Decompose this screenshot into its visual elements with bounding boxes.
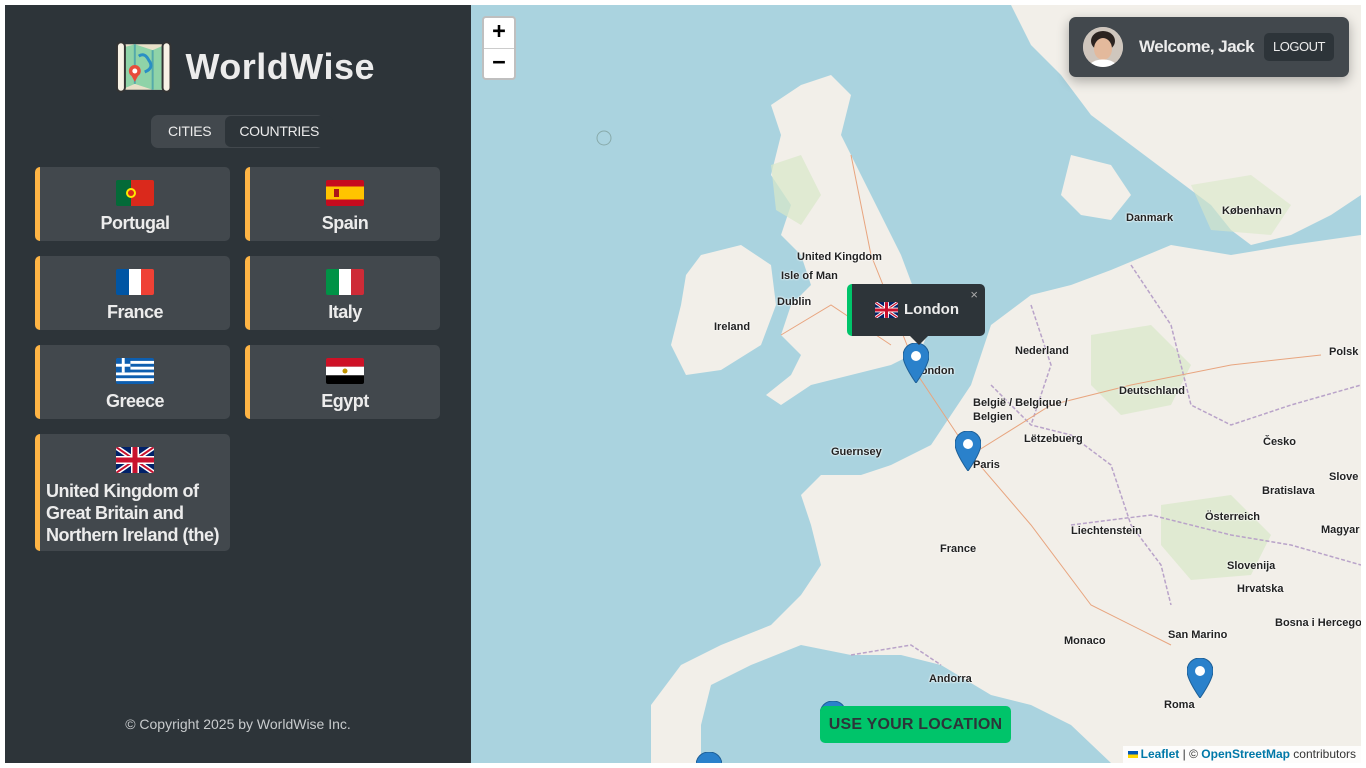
map-label-ireland: Ireland (714, 321, 751, 333)
attribution-separator: | © (1179, 747, 1202, 761)
attribution-tail: contributors (1289, 747, 1356, 761)
map-label-uk: United Kingdom (797, 251, 882, 263)
zoom-in-button[interactable]: + (484, 18, 514, 49)
city-popup[interactable]: London × (847, 284, 985, 336)
country-name: Greece (105, 391, 165, 411)
popup-tip (910, 336, 928, 345)
map-label-hrvatska: Hrvatska (1237, 583, 1284, 595)
zoom-control: + − (482, 16, 516, 80)
map-label-isle-of-man: Isle of Man (781, 270, 838, 282)
country-name: Egypt (321, 391, 369, 411)
map-label-cesko: Česko (1263, 436, 1297, 448)
map-label-france: France (940, 543, 977, 555)
osm-link[interactable]: OpenStreetMap (1201, 747, 1290, 761)
map-label-danmark: Danmark (1126, 212, 1174, 224)
map-label-monaco: Monaco (1064, 635, 1106, 647)
close-icon[interactable]: × (970, 287, 978, 302)
map-marker-icon[interactable] (1187, 658, 1213, 698)
logout-button[interactable]: Logout (1264, 33, 1334, 61)
map-marker-icon[interactable] (955, 431, 981, 471)
italy-flag-icon (326, 269, 364, 295)
country-name: France (106, 302, 164, 322)
country-item-egypt[interactable]: Egypt (245, 345, 440, 419)
portugal-flag-icon (116, 180, 154, 206)
map-label-magyar: Magyar (1321, 524, 1360, 536)
map[interactable]: United Kingdom Isle of Man Ireland Dubli… (471, 5, 1361, 763)
map-label-belgie: België / Belgique / Belgien (973, 397, 1068, 423)
tab-cities[interactable]: Cities (154, 116, 225, 147)
map-label-roma: Roma (1164, 699, 1195, 711)
country-item-greece[interactable]: Greece (35, 345, 230, 419)
copyright-text: © Copyright 2025 by WorldWise Inc. (125, 716, 351, 732)
user-panel: Welcome, Jack Logout (1069, 17, 1349, 77)
country-name: United Kingdom of Great Britain and Nort… (46, 481, 220, 545)
country-name: Italy (328, 302, 362, 322)
map-label-guernsey: Guernsey (831, 446, 882, 458)
ukraine-flag-icon (1127, 751, 1138, 758)
map-label-bratislava: Bratislava (1262, 485, 1315, 497)
sidebar: WorldWise Cities Countries Portugal Spai… (5, 5, 471, 763)
map-label-kobenhavn: København (1222, 205, 1282, 217)
welcome-text: Welcome, Jack (1139, 37, 1255, 56)
map-marker-icon[interactable] (696, 752, 722, 763)
country-name: Spain (321, 213, 369, 233)
app-name: WorldWise (185, 46, 375, 87)
map-label-slove: Slove (1329, 471, 1359, 483)
greece-flag-icon (116, 358, 154, 384)
uk-flag-icon (116, 447, 154, 473)
country-item-spain[interactable]: Spain (245, 167, 440, 241)
app-container: WorldWise Cities Countries Portugal Spai… (5, 5, 1361, 763)
map-label-liechtenstein: Liechtenstein (1071, 525, 1142, 537)
leaflet-link[interactable]: Leaflet (1141, 747, 1180, 761)
map-label-nederland: Nederland (1015, 345, 1069, 357)
map-label-bosna: Bosna i Hercegovi (1275, 617, 1361, 629)
spain-flag-icon (326, 180, 364, 206)
map-label-slovenija: Slovenija (1227, 560, 1276, 572)
map-label-dublin: Dublin (777, 296, 812, 308)
country-item-united-kingdom[interactable]: United Kingdom of Great Britain and Nort… (35, 434, 230, 551)
map-label-deutschland: Deutschland (1119, 385, 1186, 397)
avatar (1083, 27, 1123, 67)
map-label-letzebuerg: Lëtzebuerg (1024, 433, 1083, 445)
map-tiles (471, 5, 1361, 763)
tab-countries[interactable]: Countries (225, 116, 334, 147)
country-item-italy[interactable]: Italy (245, 256, 440, 330)
country-item-portugal[interactable]: Portugal (35, 167, 230, 241)
country-name: Portugal (100, 213, 170, 233)
uk-flag-icon (875, 302, 898, 318)
view-tabs: Cities Countries (151, 115, 334, 148)
map-label-polska: Polsk (1329, 346, 1359, 358)
popup-city-name: London (904, 301, 959, 318)
country-item-france[interactable]: France (35, 256, 230, 330)
use-location-button[interactable]: USE YOUR LOCATION (820, 706, 1011, 743)
egypt-flag-icon (326, 358, 364, 384)
map-label-osterreich: Österreich (1205, 511, 1261, 523)
map-marker-icon[interactable] (903, 343, 929, 383)
france-flag-icon (116, 269, 154, 295)
logo[interactable]: WorldWise (115, 37, 375, 97)
map-label-andorra: Andorra (929, 673, 972, 685)
map-label-san-marino: San Marino (1168, 629, 1228, 641)
map-attribution: Leaflet | © OpenStreetMap contributors (1122, 746, 1361, 763)
zoom-out-button[interactable]: − (484, 49, 514, 79)
map-logo-icon (115, 41, 172, 93)
